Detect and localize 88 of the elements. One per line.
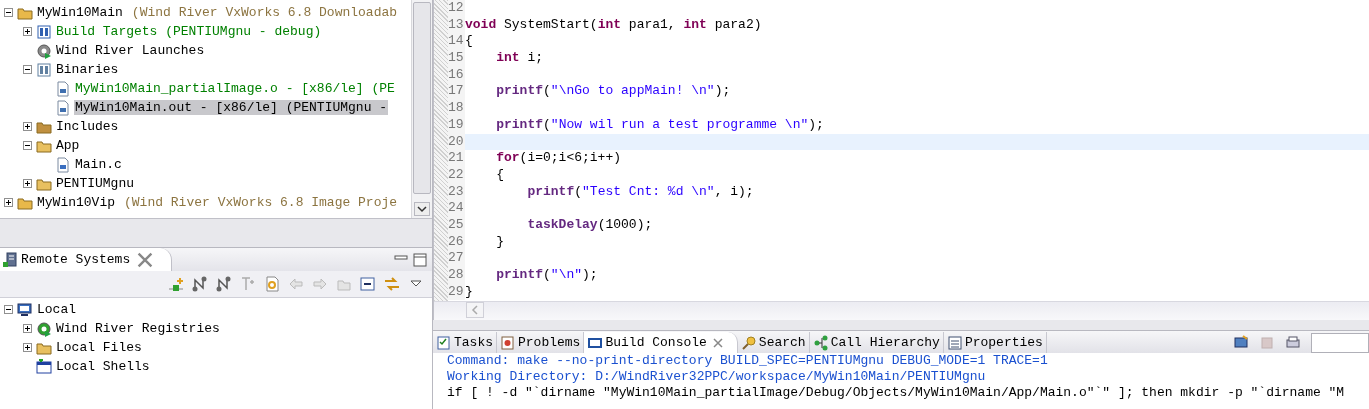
tree-item[interactable]: Local bbox=[36, 302, 77, 317]
console-line: if [ ! -d "`dirname "MyWin10Main_partialImage/Debug/Objects/MyWin10Main/App/Main.o"`" ]; then mkdir -p "`dirname "M bbox=[447, 385, 1346, 401]
collapse-icon[interactable] bbox=[4, 305, 13, 314]
code-line: { bbox=[465, 33, 474, 51]
collapse-icon[interactable] bbox=[23, 141, 32, 150]
line-number: 24 bbox=[448, 200, 465, 217]
file-icon bbox=[55, 99, 71, 116]
tree-item[interactable]: Wind River Registries bbox=[55, 321, 221, 336]
view-tab[interactable]: Call Hierarchy bbox=[809, 332, 944, 353]
view-title: Remote Systems bbox=[21, 252, 131, 267]
code-line: } bbox=[495, 233, 505, 251]
tree-item[interactable]: Includes bbox=[55, 119, 120, 134]
monitor-icon bbox=[17, 301, 33, 318]
server-icon bbox=[2, 251, 18, 268]
code-line: for(i=0;i<6;i++) bbox=[495, 150, 623, 167]
collapse-icon[interactable] bbox=[4, 8, 13, 17]
chip-icon bbox=[36, 23, 52, 40]
refresh-icon[interactable] bbox=[264, 276, 280, 292]
view-tab[interactable]: Tasks bbox=[433, 332, 497, 353]
tree-item[interactable]: Build Targets (PENTIUMgnu - debug) bbox=[55, 24, 323, 39]
maximize-icon[interactable] bbox=[413, 252, 427, 267]
scrollbar[interactable] bbox=[434, 301, 1369, 320]
close-icon[interactable] bbox=[137, 251, 154, 268]
line-number: 15 bbox=[448, 50, 465, 67]
tree-item[interactable]: MyWin10Main bbox=[36, 5, 124, 20]
scroll-down-button[interactable] bbox=[414, 202, 430, 216]
expand-icon[interactable] bbox=[23, 122, 32, 131]
checklist-icon bbox=[436, 334, 452, 351]
line-number: 21 bbox=[448, 150, 465, 167]
list-icon bbox=[946, 334, 963, 351]
new-connection-icon[interactable] bbox=[168, 276, 184, 292]
expand-icon[interactable] bbox=[23, 343, 32, 352]
collapse-icon[interactable] bbox=[23, 65, 32, 74]
code-line: printf("Test Cnt: %d \n", i); bbox=[526, 183, 755, 201]
expand-icon[interactable] bbox=[23, 179, 32, 188]
view-tab[interactable]: Problems bbox=[497, 332, 585, 353]
view-tab[interactable]: Build Console bbox=[584, 332, 738, 353]
tree-item[interactable]: Local Shells bbox=[55, 359, 151, 374]
tree-item[interactable]: MyWin10Vip bbox=[36, 195, 116, 210]
code-line: int i; bbox=[495, 50, 544, 67]
code-line: printf("\nGo to appMain! \n"); bbox=[495, 83, 732, 101]
tree-item[interactable]: Main.c bbox=[74, 157, 123, 172]
expand-icon[interactable] bbox=[23, 27, 32, 36]
console-line: Command: make --no-print-directory BUILD_SPEC=PENTIUMgnu DEBUG_MODE=1 TRACE=1 bbox=[447, 353, 1049, 369]
gear-icon bbox=[36, 320, 52, 337]
file-icon bbox=[55, 156, 71, 173]
project-description: (Wind River VxWorks 6.8 Image Proje bbox=[124, 195, 398, 210]
code-line: { bbox=[495, 166, 505, 184]
input-field[interactable] bbox=[1311, 332, 1369, 353]
line-number: 18 bbox=[448, 100, 465, 117]
terminal-icon bbox=[36, 358, 52, 375]
display-console-icon[interactable] bbox=[1233, 334, 1249, 351]
console-line: Working Directory: D:/WindRiver32PPC/workspace/MyWin10Main/PENTIUMgnu bbox=[447, 369, 987, 385]
line-number: 28 bbox=[448, 267, 465, 284]
disconnect-icon[interactable] bbox=[216, 276, 232, 292]
gear-icon bbox=[36, 42, 52, 59]
tree-item[interactable]: Wind River Launches bbox=[55, 43, 206, 58]
line-number: 14 bbox=[448, 33, 465, 51]
tree-item[interactable]: Local Files bbox=[55, 340, 143, 355]
line-number: 17 bbox=[448, 83, 465, 101]
tree-item[interactable]: App bbox=[55, 138, 81, 153]
code-line: void SystemStart(int para1, int para2) bbox=[465, 16, 763, 34]
code-line: } bbox=[465, 283, 474, 301]
link-icon[interactable] bbox=[384, 276, 400, 292]
code-line: printf("Now wil run a test programme \n"); bbox=[495, 116, 825, 134]
project-description: (Wind River VxWorks 6.8 Downloadab bbox=[131, 5, 398, 20]
code-line: taskDelay(1000); bbox=[526, 216, 654, 234]
chip-icon bbox=[36, 61, 52, 78]
tree-item[interactable]: MyWin10Main_partialImage.o - [x86/le] (PE bbox=[74, 81, 396, 96]
close-icon[interactable] bbox=[712, 337, 723, 348]
connect-icon[interactable] bbox=[192, 276, 208, 292]
print-icon[interactable] bbox=[1285, 334, 1301, 351]
tree-item[interactable]: MyWin10Main.out - [x86/le] (PENTIUMgnu - bbox=[74, 100, 389, 115]
expand-icon[interactable] bbox=[4, 198, 13, 207]
warning-page-icon bbox=[500, 334, 516, 351]
line-number: 12 bbox=[448, 0, 465, 17]
collapse-all-icon[interactable] bbox=[360, 276, 376, 292]
file-icon bbox=[55, 80, 71, 97]
view-tab[interactable]: Search bbox=[737, 332, 810, 353]
view-tab[interactable]: Remote Systems bbox=[0, 248, 173, 271]
nodes-icon bbox=[812, 334, 829, 351]
view-tab[interactable]: Properties bbox=[943, 332, 1047, 353]
code-line: printf("\n"); bbox=[495, 267, 599, 284]
line-number: 27 bbox=[448, 250, 465, 267]
tree-item[interactable]: Binaries bbox=[55, 62, 120, 77]
scrollbar[interactable] bbox=[411, 0, 432, 218]
expand-icon[interactable] bbox=[23, 324, 32, 333]
tree-item[interactable]: PENTIUMgnu bbox=[55, 176, 135, 191]
